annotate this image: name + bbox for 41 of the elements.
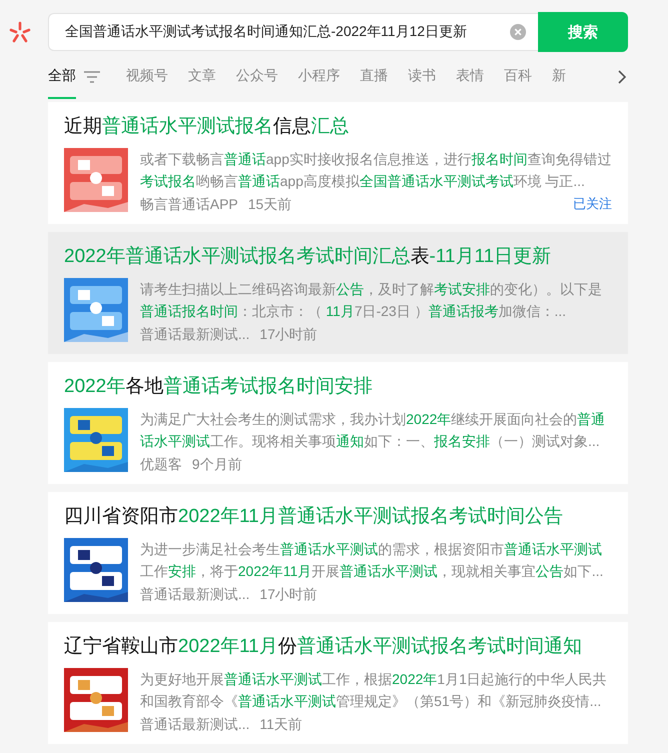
source-name[interactable]: 优题客 <box>140 454 182 474</box>
result-snippet: 为进一步满足社会考生普通话水平测试的需求，根据资阳市普通话水平测试 工作安排，将于2022年11月 开展普通话水平测试，现就相关事宜公告如下... <box>140 540 604 581</box>
timestamp: 11天前 <box>260 715 302 734</box>
source-name[interactable]: 普通话最新测试... <box>140 584 250 604</box>
tab[interactable]: 新 <box>552 55 566 99</box>
result-title[interactable]: 近期普通话水平测试报名信息汇总 <box>64 114 612 140</box>
followed-label[interactable]: 已关注 <box>573 194 612 214</box>
result-title[interactable]: 2022年普通话水平测试报名考试时间汇总表-11月11日更新 <box>64 244 612 270</box>
source-name[interactable]: 畅言普通话APP <box>140 194 238 214</box>
result-title[interactable]: 2022年各地普通话考试报名时间安排 <box>64 374 612 400</box>
timestamp: 17小时前 <box>260 585 318 604</box>
filter-icon[interactable] <box>84 71 100 83</box>
result-card[interactable]: 2022年普通话水平测试报名考试时间汇总表-11月11日更新 请考生扫描以上二维码咨询最新公告，及时了解考试安排的变化）。以下是 普通话报名时间：北京市：（ 11月 7日-23日 ）普通话报考加微信：... 普通话最新测试... 17小时前 <box>48 232 628 354</box>
result-snippet: 请考生扫描以上二维码咨询最新公告，及时了解考试安排的变化）。以下是 普通话报名时间：北京市：（ 11月 7日-23日 ）普通话报考加微信：... <box>140 280 603 321</box>
search-button[interactable]: 搜索 <box>538 12 628 52</box>
tab[interactable]: 全部 <box>48 55 76 99</box>
tab[interactable]: 直播 <box>360 55 388 99</box>
timestamp: 15天前 <box>248 195 292 214</box>
tab[interactable]: 读书 <box>408 55 436 99</box>
result-snippet: 为更好地开展普通话水平测试工作，根据2022年1月1日起施行的中华人民共和国教育部令《普通话水平测试管理规定》（第51号）和《新冠肺炎疫情... <box>140 670 608 711</box>
source-name[interactable]: 普通话最新测试... <box>140 324 250 344</box>
timestamp: 9个月前 <box>192 455 242 474</box>
result-card[interactable]: 2022年各地普通话考试报名时间安排 为满足广大社会考生的测试需求，我办计划2022年继续开展面向社会的普通话水平测试工作。现将相关事项通知如下：一、报名安排（一）测试对象... 优题客 9个月前 <box>48 362 628 484</box>
source-name[interactable]: 普通话最新测试... <box>140 714 250 734</box>
tab[interactable]: 视频号 <box>126 55 168 99</box>
result-title[interactable]: 四川省资阳市2022年11月普通话水平测试报名考试时间公告 <box>64 504 612 530</box>
tab[interactable]: 小程序 <box>298 55 340 99</box>
result-snippet: 或者下载畅言普通话app实时接收报名信息推送，进行报名时间查询免得错过 考试报名哟畅言普通话app高度模拟全国普通话水平测试考试环境 与正... <box>140 150 612 191</box>
result-card[interactable]: 辽宁省鞍山市2022年11月 份普通话水平测试报名考试时间通知 为更好地开展普通话水平测试工作，根据2022年1月1日起施行的中华人民共和国教育部令《普通话水平测试管理规定》（第51号）和《新冠肺炎疫情... 普通话最新测试... 11天前 <box>48 622 628 744</box>
tab[interactable]: 表情 <box>456 55 484 99</box>
search-field[interactable]: 全国普通话水平测试考试报名时间通知汇总-2022年11月12日更新 <box>48 13 538 51</box>
timestamp: 17小时前 <box>260 325 318 344</box>
result-card[interactable]: 四川省资阳市2022年11月普通话水平测试报名考试时间公告 为进一步满足社会考生普通话水平测试的需求，根据资阳市普通话水平测试 工作安排，将于2022年11月 开展普通话水平测试，现就相关事宜公告如下... 普通话最新测试... 17小时前 <box>48 492 628 614</box>
result-card[interactable]: 近期普通话水平测试报名信息汇总 或者下载畅言普通话app实时接收报名信息推送，进行报名时间查询免得错过 考试报名哟畅言普通话app高度模拟全国普通话水平测试考试环境 与正... 畅言普通话APP 15天前 已关注 <box>48 102 628 224</box>
tab[interactable]: 公众号 <box>236 55 278 99</box>
logo-icon[interactable] <box>8 20 32 44</box>
clear-icon[interactable] <box>510 24 526 40</box>
tab[interactable]: 文章 <box>188 55 216 99</box>
tab[interactable]: 百科 <box>504 55 532 99</box>
result-snippet: 为满足广大社会考生的测试需求，我办计划2022年继续开展面向社会的普通话水平测试工作。现将相关事项通知如下：一、报名安排（一）测试对象... <box>140 410 606 451</box>
result-title[interactable]: 辽宁省鞍山市2022年11月 份普通话水平测试报名考试时间通知 <box>64 634 612 660</box>
